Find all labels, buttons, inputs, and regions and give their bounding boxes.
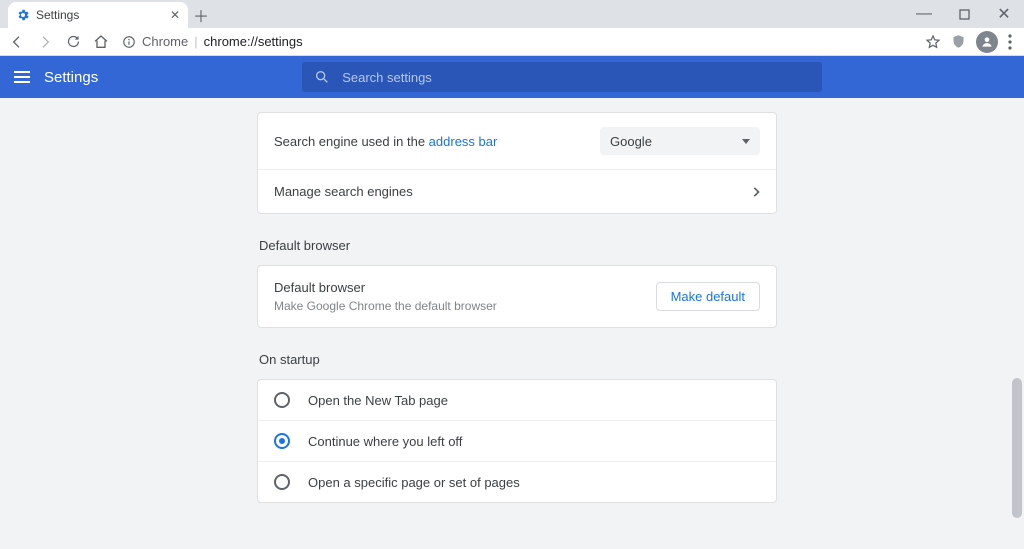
default-browser-subtitle: Make Google Chrome the default browser <box>274 299 656 313</box>
star-icon[interactable] <box>925 34 941 50</box>
tab-title: Settings <box>36 8 79 22</box>
minimize-button[interactable]: — <box>904 0 944 28</box>
close-window-button[interactable]: ✕ <box>984 0 1024 28</box>
window-controls: — ✕ <box>904 0 1024 28</box>
default-browser-section-title: Default browser <box>259 238 777 253</box>
search-icon <box>314 69 330 85</box>
radio-icon <box>274 433 290 449</box>
search-engine-selected: Google <box>610 134 652 149</box>
manage-search-engines-row[interactable]: Manage search engines <box>258 169 776 213</box>
search-engine-row: Search engine used in the address bar Go… <box>258 113 776 169</box>
radio-icon <box>274 392 290 408</box>
settings-header: Settings <box>0 56 1024 98</box>
search-engine-card: Search engine used in the address bar Go… <box>257 112 777 214</box>
url-text: chrome://settings <box>204 34 303 49</box>
startup-option-specific[interactable]: Open a specific page or set of pages <box>258 461 776 502</box>
settings-content: Search engine used in the address bar Go… <box>0 98 1024 549</box>
site-info-icon[interactable] <box>122 35 136 49</box>
dropdown-caret-icon <box>742 139 750 144</box>
startup-option-label: Open a specific page or set of pages <box>308 475 520 490</box>
browser-tab[interactable]: Settings ✕ <box>8 2 188 28</box>
gear-icon <box>16 8 30 22</box>
startup-option-continue[interactable]: Continue where you left off <box>258 420 776 461</box>
on-startup-card: Open the New Tab page Continue where you… <box>257 379 777 503</box>
default-browser-card: Default browser Make Google Chrome the d… <box>257 265 777 328</box>
close-tab-icon[interactable]: ✕ <box>170 8 180 22</box>
home-button[interactable] <box>90 31 112 53</box>
startup-option-label: Open the New Tab page <box>308 393 448 408</box>
startup-option-label: Continue where you left off <box>308 434 462 449</box>
url-separator: | <box>194 34 197 49</box>
scrollbar[interactable] <box>1010 98 1024 519</box>
settings-search[interactable] <box>302 62 822 92</box>
settings-title: Settings <box>44 69 98 86</box>
on-startup-section-title: On startup <box>259 352 777 367</box>
default-browser-row: Default browser Make Google Chrome the d… <box>258 266 776 327</box>
search-engine-label-prefix: Search engine used in the <box>274 134 429 149</box>
omnibox[interactable]: Chrome | chrome://settings <box>118 34 919 49</box>
make-default-button[interactable]: Make default <box>656 282 760 311</box>
maximize-button[interactable] <box>944 0 984 28</box>
address-bar-link[interactable]: address bar <box>429 134 498 149</box>
shield-icon[interactable] <box>951 34 966 49</box>
scrollbar-thumb[interactable] <box>1012 378 1022 518</box>
new-tab-button[interactable]: ＋ <box>188 2 214 28</box>
browser-tabstrip: Settings ✕ ＋ — ✕ <box>0 0 1024 28</box>
radio-icon <box>274 474 290 490</box>
address-bar: Chrome | chrome://settings <box>0 28 1024 56</box>
reload-button[interactable] <box>62 31 84 53</box>
back-button[interactable] <box>6 31 28 53</box>
default-browser-title: Default browser <box>274 280 656 295</box>
forward-button[interactable] <box>34 31 56 53</box>
profile-avatar[interactable] <box>976 31 998 53</box>
search-engine-select[interactable]: Google <box>600 127 760 155</box>
hamburger-menu-icon[interactable] <box>14 71 30 83</box>
kebab-menu-icon[interactable] <box>1008 34 1012 50</box>
chevron-right-icon <box>752 187 760 197</box>
settings-search-input[interactable] <box>342 70 810 85</box>
startup-option-new-tab[interactable]: Open the New Tab page <box>258 380 776 420</box>
url-chip: Chrome <box>142 34 188 49</box>
manage-search-engines-label: Manage search engines <box>274 184 752 199</box>
